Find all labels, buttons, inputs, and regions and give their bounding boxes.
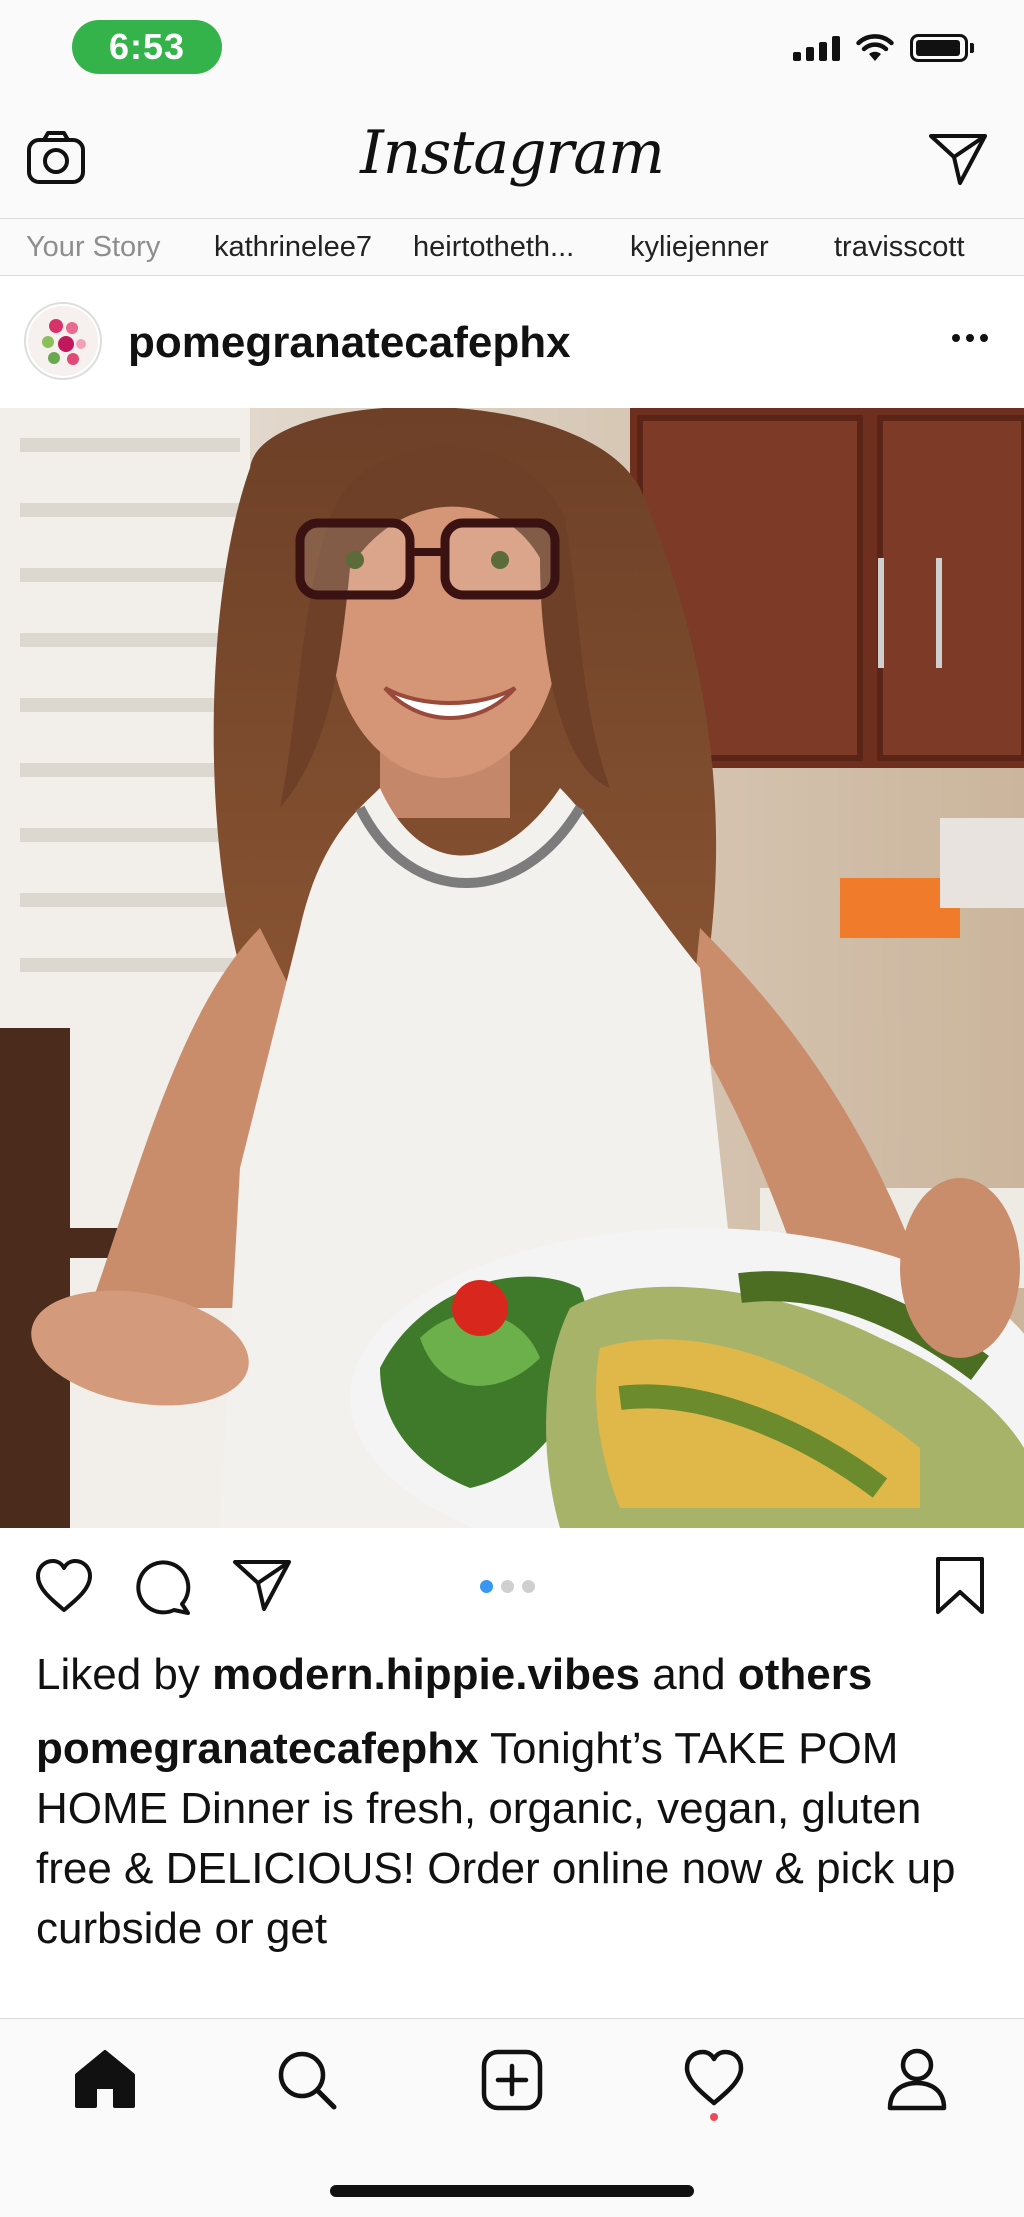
story-travisscott[interactable]: travisscott	[834, 231, 965, 264]
story-heirtotheth[interactable]: heirtotheth...	[413, 231, 574, 264]
post-photo[interactable]	[0, 408, 1024, 1528]
post-username[interactable]: pomegranatecafephx	[128, 318, 571, 368]
status-bar: 6:53	[0, 0, 1024, 100]
carousel-dot	[501, 1580, 514, 1593]
carousel-dot-active	[480, 1580, 493, 1593]
plus-square-icon[interactable]	[481, 2049, 543, 2111]
app-header: Instagram	[0, 100, 1024, 218]
stories-row: Your Story kathrinelee7 heirtotheth... k…	[0, 218, 1024, 276]
caption-username[interactable]: pomegranatecafephx	[36, 1724, 479, 1773]
cellular-signal-icon	[793, 35, 840, 61]
post-caption: Liked by modern.hippie.vibes and others …	[36, 1645, 996, 1959]
avatar[interactable]	[24, 302, 102, 380]
likes-middle: and	[639, 1650, 738, 1699]
story-kyliejenner[interactable]: kyliejenner	[630, 231, 769, 264]
likes-others-link[interactable]: others	[738, 1650, 872, 1699]
status-icons	[793, 34, 974, 62]
likes-prefix: Liked by	[36, 1650, 213, 1699]
paper-plane-icon[interactable]	[232, 1558, 292, 1612]
story-kathrinelee7[interactable]: kathrinelee7	[214, 231, 372, 264]
liked-by-username[interactable]: modern.hippie.vibes	[212, 1650, 640, 1699]
heart-icon[interactable]	[683, 2049, 745, 2107]
battery-icon	[910, 34, 974, 62]
bottom-tab-bar	[0, 2018, 1024, 2217]
home-icon[interactable]	[74, 2049, 136, 2109]
caption-text: pomegranatecafephx Tonight’s TAKE POM HO…	[36, 1719, 996, 1959]
likes-line: Liked by modern.hippie.vibes and others	[36, 1645, 996, 1705]
status-time: 6:53	[72, 20, 222, 74]
profile-icon[interactable]	[886, 2047, 948, 2111]
home-indicator[interactable]	[330, 2185, 694, 2197]
more-horizontal-icon[interactable]	[952, 334, 988, 342]
wifi-icon	[856, 34, 894, 61]
search-icon[interactable]	[276, 2049, 338, 2111]
activity-notification-dot	[710, 2113, 718, 2121]
post-header: pomegranatecafephx	[0, 276, 1024, 408]
app-title: Instagram	[360, 118, 665, 188]
paper-plane-icon[interactable]	[928, 132, 988, 186]
post-actions	[0, 1528, 1024, 1646]
comment-icon[interactable]	[134, 1558, 192, 1616]
bookmark-icon[interactable]	[934, 1556, 986, 1616]
carousel-indicator	[480, 1580, 535, 1593]
story-your-story[interactable]: Your Story	[26, 231, 160, 264]
heart-icon[interactable]	[34, 1558, 94, 1614]
carousel-dot	[522, 1580, 535, 1593]
